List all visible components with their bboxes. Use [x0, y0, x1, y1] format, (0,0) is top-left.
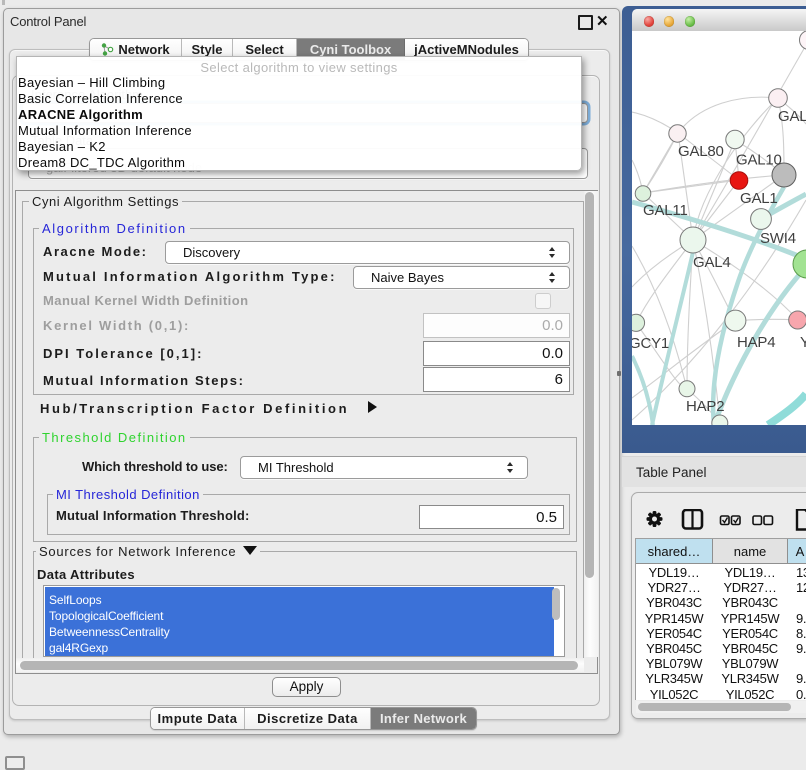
svg-text:HAP4: HAP4 — [737, 334, 775, 351]
svg-text:Y: Y — [800, 334, 806, 351]
svg-text:GAL11: GAL11 — [643, 202, 688, 219]
svg-text:GAL1: GAL1 — [740, 190, 778, 207]
svg-text:HAP2: HAP2 — [686, 398, 724, 415]
svg-text:GCY1: GCY1 — [632, 335, 669, 352]
svg-text:GAL7: GAL7 — [778, 108, 806, 125]
svg-text:GAL4: GAL4 — [693, 254, 731, 271]
svg-text:GAL10: GAL10 — [736, 152, 782, 169]
svg-text:GAL80: GAL80 — [678, 143, 724, 160]
svg-text:SWI4: SWI4 — [760, 230, 796, 247]
